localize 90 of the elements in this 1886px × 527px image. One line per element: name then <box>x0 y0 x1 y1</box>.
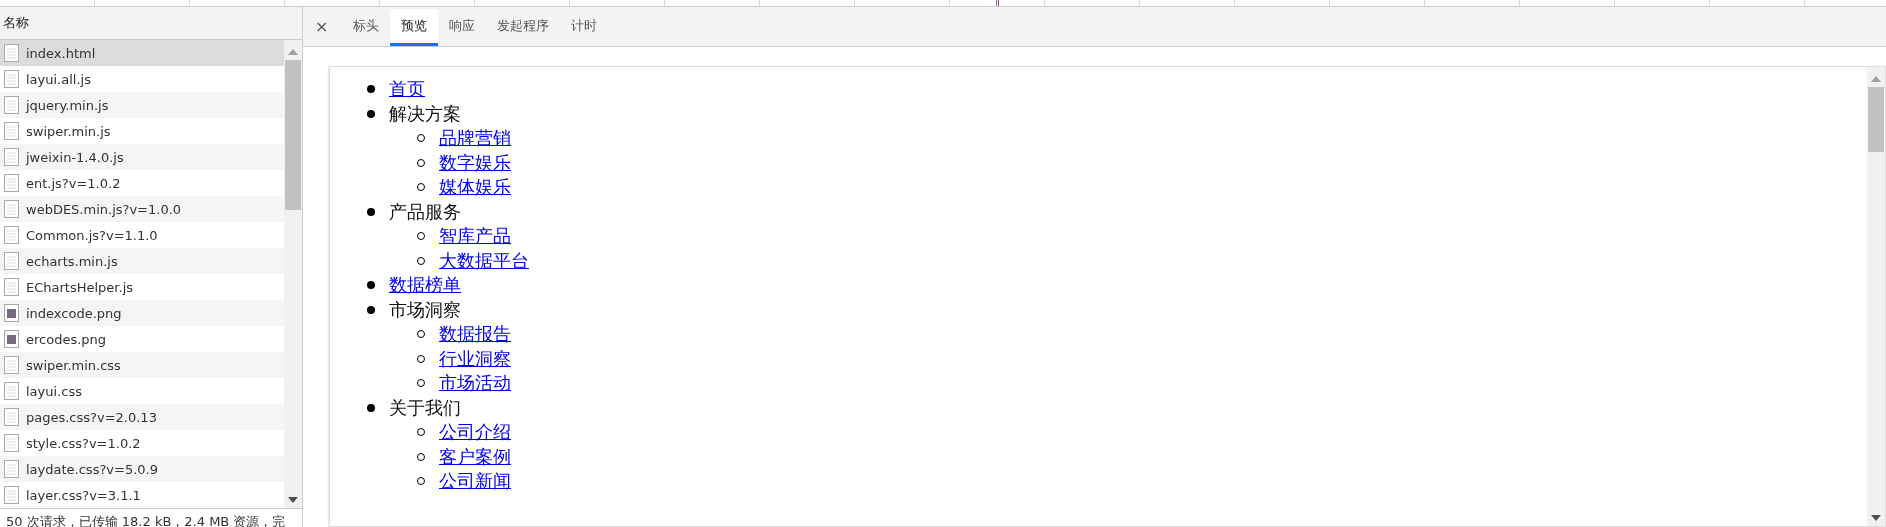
nav-link[interactable]: 媒体娱乐 <box>439 175 511 200</box>
file-name: style.css?v=1.0.2 <box>26 435 141 451</box>
tab[interactable]: 响应 <box>438 9 487 46</box>
file-name: swiper.min.css <box>26 357 121 373</box>
tab[interactable]: 标头 <box>342 9 391 46</box>
request-row[interactable]: layui.all.js <box>0 66 284 92</box>
scroll-up-icon[interactable] <box>288 48 298 56</box>
nav-link[interactable]: 客户案例 <box>439 444 511 469</box>
file-name: laydate.css?v=5.0.9 <box>26 461 158 477</box>
file-icon <box>4 486 19 504</box>
file-name: ercodes.png <box>26 331 107 347</box>
request-row[interactable]: layer.css?v=3.1.1 <box>0 482 284 508</box>
request-row[interactable]: echarts.min.js <box>0 248 284 274</box>
file-name: EChartsHelper.js <box>26 279 133 295</box>
file-name: pages.css?v=2.0.13 <box>26 409 157 425</box>
bullet-icon <box>367 109 375 118</box>
bullet-icon <box>367 85 375 94</box>
bullet-icon <box>367 305 375 314</box>
file-icon <box>4 434 19 452</box>
request-row[interactable]: ent.js?v=1.0.2 <box>0 170 284 196</box>
file-icon <box>4 122 19 140</box>
nav-label: 产品服务 <box>389 199 461 224</box>
file-name: swiper.min.js <box>26 123 111 139</box>
file-name: echarts.min.js <box>26 253 118 269</box>
file-icon <box>4 460 19 478</box>
bullet-icon <box>367 403 375 412</box>
file-icon <box>4 44 19 62</box>
nav-link[interactable]: 品牌营销 <box>439 126 511 151</box>
column-header[interactable]: 名称 <box>0 7 302 40</box>
file-icon <box>4 252 19 270</box>
close-button[interactable]: × <box>311 7 343 46</box>
image-file-icon <box>4 304 19 322</box>
file-icon <box>4 226 19 244</box>
file-name: index.html <box>26 45 96 61</box>
nav-link[interactable]: 数据报告 <box>439 322 511 347</box>
request-row[interactable]: jquery.min.js <box>0 92 284 118</box>
file-name: webDES.min.js?v=1.0.0 <box>26 201 182 217</box>
nav-label: 关于我们 <box>389 395 461 420</box>
request-row[interactable]: pages.css?v=2.0.13 <box>0 404 284 430</box>
nav-link[interactable]: 数据榜单 <box>389 273 461 298</box>
file-icon <box>4 200 19 218</box>
file-icon <box>4 278 19 296</box>
file-icon <box>4 382 19 400</box>
request-row[interactable]: swiper.min.css <box>0 352 284 378</box>
file-name: layui.all.js <box>26 71 91 87</box>
request-row[interactable]: layui.css <box>0 378 284 404</box>
tab[interactable]: 预览 <box>390 9 439 46</box>
request-row[interactable]: webDES.min.js?v=1.0.0 <box>0 196 284 222</box>
file-name: indexcode.png <box>26 305 122 321</box>
scroll-down-icon[interactable] <box>1871 514 1881 522</box>
file-name: ent.js?v=1.0.2 <box>26 175 121 191</box>
nav-link[interactable]: 市场活动 <box>439 371 511 396</box>
nav-label: 解决方案 <box>389 101 461 126</box>
request-row[interactable]: style.css?v=1.0.2 <box>0 430 284 456</box>
request-row[interactable]: swiper.min.js <box>0 118 284 144</box>
scroll-down-icon[interactable] <box>288 496 298 504</box>
file-icon <box>4 148 19 166</box>
bullet-icon <box>367 207 375 216</box>
file-name: jweixin-1.4.0.js <box>26 149 124 165</box>
scroll-up-icon[interactable] <box>1871 75 1881 83</box>
file-icon <box>4 174 19 192</box>
tab[interactable]: 计时 <box>560 9 609 46</box>
file-icon <box>4 408 19 426</box>
nav-link[interactable]: 智库产品 <box>439 224 511 249</box>
file-name: layer.css?v=3.1.1 <box>26 487 141 503</box>
request-row[interactable]: indexcode.png <box>0 300 284 326</box>
nav-link[interactable]: 数字娱乐 <box>439 150 511 175</box>
request-row[interactable]: jweixin-1.4.0.js <box>0 144 284 170</box>
image-file-icon <box>4 330 19 348</box>
nav-link[interactable]: 公司新闻 <box>439 469 511 494</box>
bullet-icon <box>367 281 375 290</box>
request-row[interactable]: index.html <box>0 40 284 66</box>
file-icon <box>4 70 19 88</box>
nav-label: 市场洞察 <box>389 297 461 322</box>
request-row[interactable]: laydate.css?v=5.0.9 <box>0 456 284 482</box>
request-row[interactable]: EChartsHelper.js <box>0 274 284 300</box>
nav-link[interactable]: 行业洞察 <box>439 346 511 371</box>
file-icon <box>4 356 19 374</box>
request-row[interactable]: Common.js?v=1.1.0 <box>0 222 284 248</box>
file-name: Common.js?v=1.1.0 <box>26 227 158 243</box>
request-row[interactable]: ercodes.png <box>0 326 284 352</box>
nav-link[interactable]: 首页 <box>389 77 425 102</box>
nav-link[interactable]: 公司介绍 <box>439 420 511 445</box>
scrollbar-thumb[interactable] <box>1868 87 1884 152</box>
tab[interactable]: 发起程序 <box>486 9 561 46</box>
file-icon <box>4 96 19 114</box>
file-name: layui.css <box>26 383 82 399</box>
scrollbar-thumb[interactable] <box>285 60 301 210</box>
nav-link[interactable]: 大数据平台 <box>439 248 529 273</box>
file-name: jquery.min.js <box>26 97 109 113</box>
